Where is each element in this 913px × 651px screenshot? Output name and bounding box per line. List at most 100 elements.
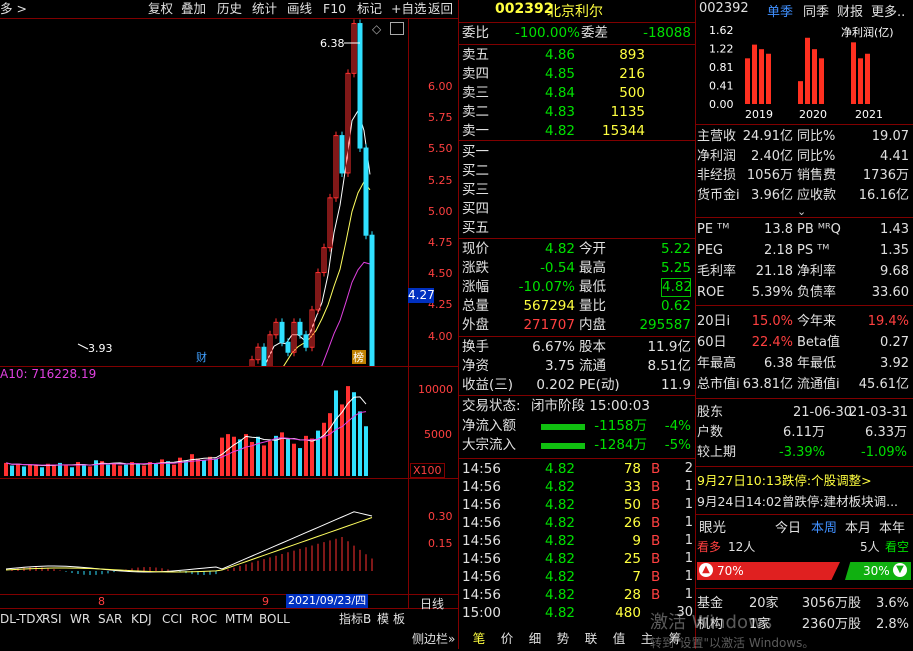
window-icon[interactable] <box>390 22 404 35</box>
indicator-tab-mtm[interactable]: MTM <box>225 610 253 628</box>
profit-bar <box>819 58 824 104</box>
stat-label: 涨跌 <box>462 260 489 276</box>
toolbar-button[interactable]: 统计 <box>252 0 277 18</box>
diamond-icon[interactable]: ◇ <box>372 22 381 36</box>
flow-value: -1158万 <box>594 418 647 434</box>
view-tab[interactable]: 本年 <box>879 519 905 538</box>
finance-label: 应收款 <box>797 187 837 203</box>
finance-value: 16.16亿 <box>858 187 909 203</box>
view-tab[interactable]: 本周 <box>811 519 837 538</box>
volume-bar <box>340 404 344 476</box>
macd-chart[interactable] <box>0 479 408 594</box>
ask-level-label: 卖四 <box>462 66 489 82</box>
toolbar-button[interactable]: 画线 <box>287 0 312 18</box>
chart-area[interactable]: 多 > 复权 叠加 历史 统计 画线 F10 标记 +自选 返回 6.38 3.93 财 榜 6.00… <box>0 0 458 649</box>
indicator-tab-sar[interactable]: SAR <box>98 610 122 628</box>
finance-value: 2.18 <box>764 243 793 258</box>
tick-count: 1 <box>684 533 693 548</box>
ask-level-label: 卖五 <box>462 47 489 63</box>
model-tab[interactable]: 模 <box>377 610 389 628</box>
bid-level-label: 买五 <box>462 220 489 236</box>
view-tab[interactable]: 今日 <box>775 519 801 538</box>
volume-bar <box>94 460 98 476</box>
toolbar-button[interactable]: 返回 <box>428 0 453 18</box>
bull-pct: 70% <box>717 564 744 578</box>
toolbar-button[interactable]: 叠加 <box>181 0 206 18</box>
macd-axis-label: 0.15 <box>428 537 453 550</box>
bottom-tab[interactable]: 联 <box>579 629 603 648</box>
toolbar-button[interactable]: 历史 <box>217 0 242 18</box>
finance-value: 1.35 <box>880 243 909 258</box>
tick-side: B <box>651 569 661 585</box>
profit-bar <box>865 53 870 104</box>
stat-value: 271707 <box>523 317 575 333</box>
news-item[interactable]: 9月24日14:02曾跌停:建材板块调... <box>697 492 898 511</box>
mini-chart-y-label: 0.00 <box>709 98 734 111</box>
period-label[interactable]: 日线 <box>420 595 444 612</box>
sidebar-toggle[interactable]: 侧边栏» <box>412 630 455 648</box>
finance-value: 1056万 <box>746 168 793 183</box>
indicator-tab-rsi[interactable]: RSI <box>42 610 62 628</box>
volume-bar <box>82 465 86 476</box>
net-profit-chart[interactable]: 1.62 1.22 0.81 0.41 0.00 2019 2020 2021 净利润(亿) <box>695 18 913 122</box>
finance-label: Beta值 <box>797 335 840 350</box>
bottom-tab[interactable]: 笔 <box>467 629 491 648</box>
indicator-tab-roc[interactable]: ROC <box>191 610 217 628</box>
toolbar-button[interactable]: +自选 <box>391 0 426 18</box>
bottom-tab[interactable]: 价 <box>495 629 519 648</box>
candlestick-chart[interactable]: 6.38 3.93 财 榜 <box>0 18 408 366</box>
flow-value: -1284万 <box>594 437 647 453</box>
indicator-tab-wr[interactable]: WR <box>70 610 90 628</box>
mini-chart-y-label: 1.62 <box>709 24 734 37</box>
view-tab[interactable]: 本月 <box>845 519 871 538</box>
finance-label: 负债率 <box>797 285 837 300</box>
mini-chart-year: 2019 <box>745 108 773 121</box>
finance-label: 净利润 <box>697 148 737 164</box>
stat-label: 涨幅 <box>462 279 489 295</box>
indicator-tab-cci[interactable]: CCI <box>162 610 182 628</box>
toolbar-button[interactable]: 标记 <box>357 0 382 18</box>
toolbar-button[interactable]: F10 <box>323 0 346 18</box>
finance-value: 9.68 <box>880 264 909 279</box>
news-item[interactable]: 9月27日10:13跌停:个股调整> <box>697 471 872 490</box>
board-tab[interactable]: 板 <box>393 610 405 628</box>
date-mark-sep: 9 <box>262 595 269 608</box>
tick-side: B <box>651 515 661 531</box>
toolbar-left-label[interactable]: 多 > <box>0 0 27 18</box>
finance-marker[interactable]: 财 <box>196 350 207 364</box>
finance-value: 33.60 <box>871 285 909 300</box>
volume-bar <box>232 436 236 476</box>
profit-bar <box>752 44 757 104</box>
tick-count: 1 <box>684 497 693 512</box>
stat-label: 流通 <box>579 358 606 374</box>
indicator-tab-dltdx[interactable]: DL-TDX <box>0 610 44 628</box>
tick-time: 14:56 <box>462 479 501 495</box>
profit-bar <box>851 42 856 104</box>
macd-axis-label: 0.30 <box>428 510 453 523</box>
indicator-tab-boll[interactable]: BOLL <box>259 610 290 628</box>
volume-bar <box>274 435 278 476</box>
bid-level-label: 买三 <box>462 182 489 198</box>
bottom-tab[interactable]: 值 <box>607 629 631 648</box>
finance-value: 19.4% <box>867 314 909 329</box>
tick-volume: 33 <box>623 479 641 495</box>
bottom-tab[interactable]: 势 <box>551 629 575 648</box>
volume-bar <box>310 438 314 476</box>
volume-bar <box>250 441 254 476</box>
high-price-label: 6.38 <box>320 37 345 50</box>
volume-bar <box>184 460 188 476</box>
toolbar-button[interactable]: 复权 <box>148 0 173 18</box>
volume-bar <box>88 466 92 476</box>
finance-label: ROE <box>697 285 725 300</box>
current-price-tag: 4.27 <box>408 288 435 303</box>
indicator-tab-kdj[interactable]: KDJ <box>131 610 152 628</box>
bottom-tab[interactable]: 细 <box>523 629 547 648</box>
flow-pct: -4% <box>664 418 691 434</box>
thumb-down-icon: ▼ <box>893 563 907 577</box>
stat-label: 净资 <box>462 358 489 374</box>
bang-marker[interactable]: 榜 <box>353 350 364 364</box>
indicator-b-tab[interactable]: 指标B <box>339 610 371 628</box>
candle-body <box>279 321 285 343</box>
profit-bar <box>766 53 771 104</box>
volume-chart[interactable] <box>0 380 408 478</box>
